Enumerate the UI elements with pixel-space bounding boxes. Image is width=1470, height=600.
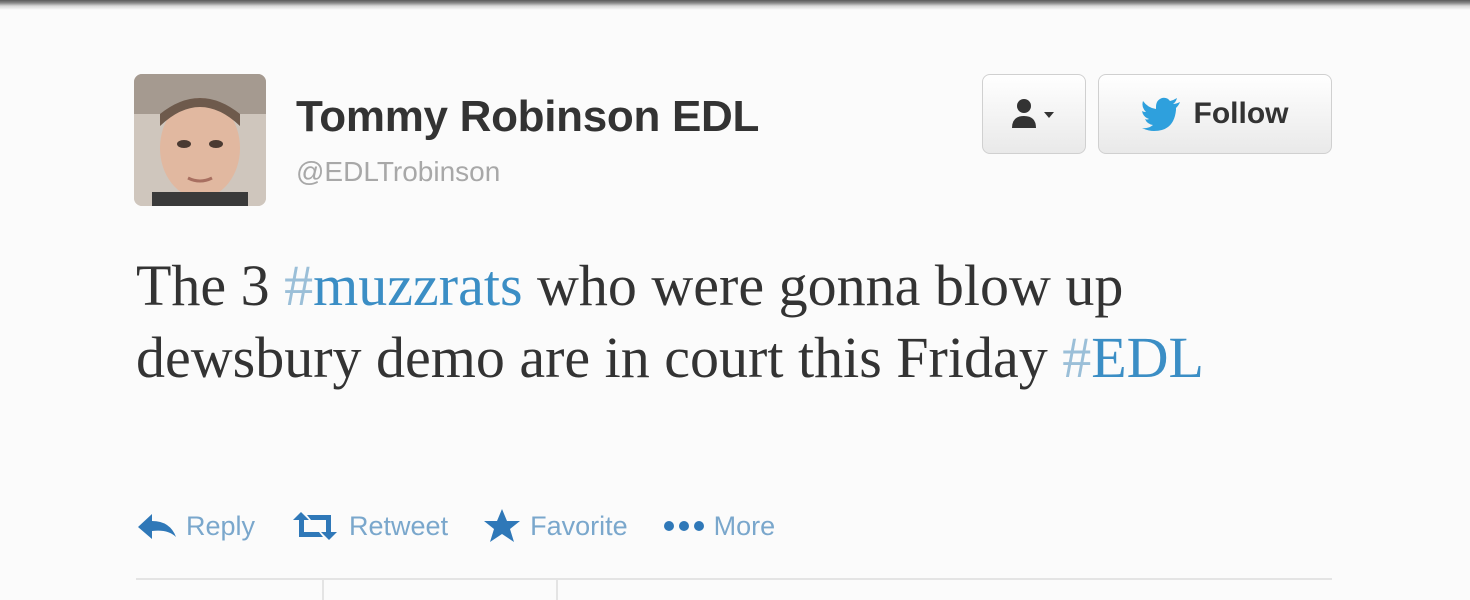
follow-label: Follow	[1193, 97, 1289, 130]
favorite-label: Favorite	[530, 510, 628, 541]
twitter-bird-icon	[1141, 97, 1180, 131]
retweet-icon	[293, 512, 338, 540]
retweet-label: Retweet	[349, 510, 449, 541]
more-action[interactable]: More	[662, 510, 776, 542]
reply-action[interactable]: Reply	[136, 511, 255, 542]
hashtag-word: EDL	[1091, 325, 1204, 390]
reply-arrow-icon	[138, 514, 176, 539]
user-handle[interactable]: @EDLTrobinson	[296, 156, 500, 188]
torn-paper-edge	[0, 0, 1470, 10]
tweet-text-part: The 3	[136, 253, 285, 318]
stats-column-divider	[556, 580, 558, 600]
tweet-actions: Reply Retweet Favorite More	[136, 504, 809, 548]
user-actions-button[interactable]	[982, 74, 1086, 154]
tweet-screenshot: Tommy Robinson EDL @EDLTrobinson Follow …	[0, 0, 1470, 600]
avatar-photo	[134, 74, 266, 206]
retweet-action[interactable]: Retweet	[289, 510, 448, 542]
display-name[interactable]: Tommy Robinson EDL	[296, 92, 759, 142]
hashtag-muzzrats[interactable]: #muzzrats	[284, 253, 522, 318]
avatar[interactable]	[134, 74, 266, 206]
hashtag-symbol: #	[284, 253, 314, 318]
follow-button[interactable]: Follow	[1098, 74, 1332, 154]
hashtag-edl[interactable]: #EDL	[1062, 325, 1204, 390]
tweet-text: The 3 #muzzrats who were gonna blow up d…	[136, 250, 1296, 394]
more-label: More	[713, 510, 776, 541]
user-dropdown-icon	[1012, 99, 1054, 128]
favorite-action[interactable]: Favorite	[482, 508, 628, 544]
hashtag-symbol: #	[1062, 325, 1092, 390]
stats-divider	[136, 578, 1332, 580]
star-icon	[484, 509, 521, 542]
hashtag-word: muzzrats	[313, 253, 523, 318]
stats-column-divider	[322, 580, 324, 600]
more-dots-icon	[663, 521, 704, 531]
reply-label: Reply	[186, 510, 256, 541]
